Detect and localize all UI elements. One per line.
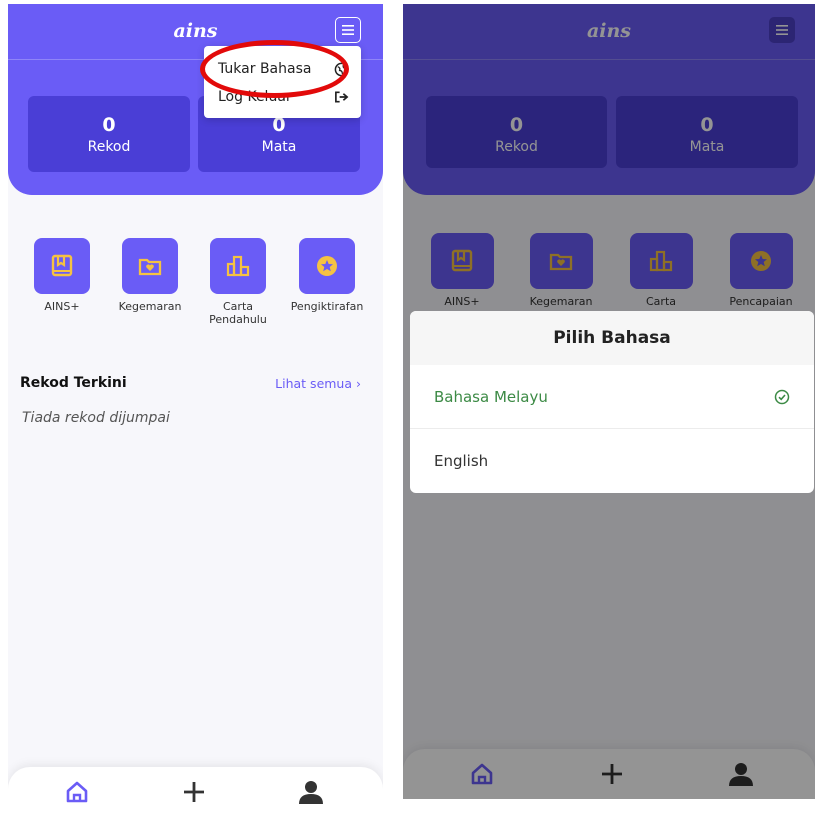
stat-value: 0 [102, 114, 116, 136]
dialog-title: Pilih Bahasa [410, 311, 814, 365]
shortcut-tile[interactable] [34, 238, 90, 294]
language-option-label: English [434, 452, 489, 470]
recent-records-title: Rekod Terkini [20, 375, 127, 391]
hamburger-icon [342, 25, 354, 35]
shortcut-label: Kegemaran [118, 300, 182, 313]
stat-card-records[interactable]: 0 Rekod [28, 96, 190, 172]
empty-records-text: Tiada rekod dijumpai [22, 410, 170, 426]
shortcut-tile[interactable] [299, 238, 355, 294]
leaderboard-icon [226, 255, 250, 277]
shortcut-label: AINS+ [44, 300, 80, 313]
home-screen-menu-open: ains 0 Rekod 0 Mata AINS+ Kegemaran Cart… [8, 4, 383, 817]
shortcut-label: Pengiktirafan [290, 300, 364, 313]
see-all-link[interactable]: Lihat semua › [275, 376, 361, 391]
stat-label: Rekod [87, 139, 131, 155]
shortcut-ains-plus[interactable]: AINS+ [22, 238, 102, 313]
check-circle-icon [774, 389, 790, 404]
plus-icon[interactable] [181, 779, 207, 805]
shortcut-leaderboard[interactable]: Carta Pendahulu [198, 238, 278, 326]
shortcut-favourites[interactable]: Kegemaran [110, 238, 190, 313]
star-badge-icon [317, 256, 337, 276]
shortcut-recognition[interactable]: Pengiktirafan [287, 238, 367, 313]
stat-label: Mata [261, 139, 297, 155]
home-icon[interactable] [64, 779, 90, 805]
language-option-malay[interactable]: Bahasa Melayu [410, 365, 814, 429]
language-option-english[interactable]: English [410, 429, 814, 493]
heart-folder-icon [138, 258, 162, 276]
chevron-right-icon: › [356, 376, 361, 391]
shortcut-label: Carta Pendahulu [209, 300, 267, 326]
highlight-ring [200, 40, 349, 98]
logout-icon [335, 91, 349, 103]
see-all-label: Lihat semua [275, 376, 353, 391]
home-screen-language-dialog: ains 0 Rekod 0 Mata AINS+ Kegemaran Cart… [403, 4, 815, 799]
menu-button[interactable] [335, 17, 361, 43]
bottom-nav [8, 767, 383, 817]
shortcut-tile[interactable] [122, 238, 178, 294]
language-dialog: Pilih Bahasa Bahasa Melayu English [410, 311, 814, 493]
profile-icon[interactable] [298, 779, 324, 805]
book-bookmark-icon [51, 254, 73, 277]
shortcut-tile[interactable] [210, 238, 266, 294]
language-option-label: Bahasa Melayu [434, 387, 548, 406]
app-logo: ains [173, 20, 218, 42]
